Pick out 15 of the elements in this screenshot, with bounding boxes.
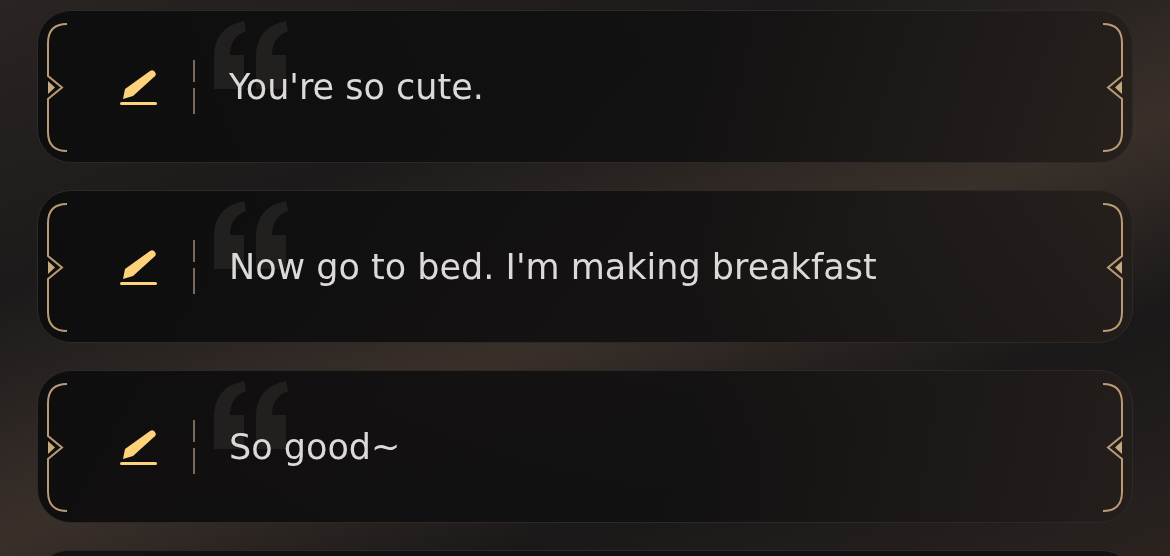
- ornament-icon: [45, 203, 69, 332]
- pencil-icon: [120, 428, 158, 465]
- ornament-icon: [1101, 203, 1125, 332]
- ornament-icon: [1101, 383, 1125, 512]
- pencil-icon: [120, 68, 158, 105]
- pencil-icon: [120, 248, 158, 285]
- dialogue-option[interactable]: You're so cute.: [37, 10, 1133, 163]
- ornament-icon: [45, 383, 69, 512]
- ornament-icon: [1101, 23, 1125, 152]
- option-text: So good~: [229, 426, 401, 467]
- dialogue-option[interactable]: So good~: [37, 370, 1133, 523]
- dialogue-option[interactable]: Now go to bed. I'm making breakfast: [37, 190, 1133, 343]
- ornament-icon: [45, 23, 69, 152]
- option-text: Now go to bed. I'm making breakfast: [229, 246, 877, 287]
- option-text: You're so cute.: [229, 66, 484, 107]
